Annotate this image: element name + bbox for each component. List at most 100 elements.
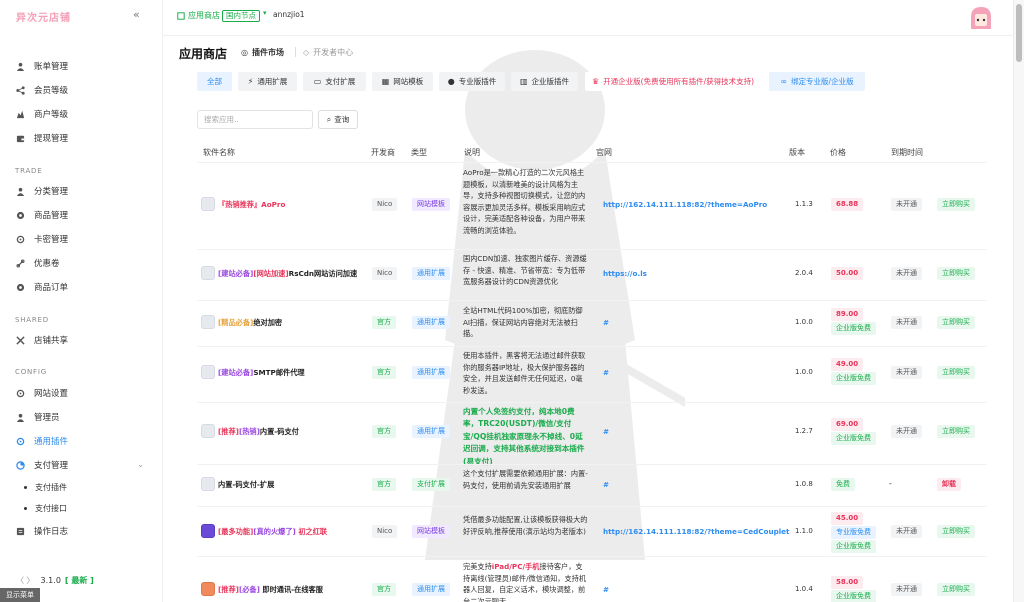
app-name[interactable]: [建站必备]SMTP邮件代理 [218,368,305,378]
sidebar-item-bill[interactable]: 账单管理 [16,57,68,75]
tab-divider [295,47,296,57]
section-trade: TRADE [15,167,43,175]
app-thumbnail-icon [201,524,215,538]
category-enterprise-button[interactable]: ▥ 企业版插件 [511,72,578,91]
app-name[interactable]: [推荐][热销]内置-码支付 [218,427,299,437]
status-badge: 未开通 [891,316,922,329]
status-text: - [889,479,892,488]
template-icon: ▦ [381,77,390,86]
link-icon: ∞ [780,77,788,86]
sidebar-subitem-label: 支付接口 [35,504,67,513]
buy-button[interactable]: 立即购买 [937,525,975,538]
sidebar-item-payment[interactable]: 支付管理 [16,456,68,474]
name-tag: [推荐] [218,427,239,436]
app-store-link[interactable]: 应用商店 [177,10,220,21]
sidebar-item-label: 商户等级 [34,110,69,120]
app-name[interactable]: 『热销推荐』AoPro [218,200,285,210]
category-all-button[interactable]: 全部 [197,72,232,91]
caret-down-icon[interactable]: ▾ [263,9,267,17]
gear-icon [16,437,25,445]
category-payment-button[interactable]: ▭ 支付扩展 [303,72,366,91]
app-description: 凭借最多功能配置,让该模板获得极大的好评反响,推荐使用(演示站均为老版本) [463,515,588,536]
search-input[interactable]: 搜索应用.. [197,110,313,129]
tab-plugin-market[interactable]: ◎ 插件市场 [241,47,284,58]
scrollbar[interactable] [1013,0,1024,602]
category-template-button[interactable]: ▦ 网站模板 [372,72,433,91]
collapse-sidebar-icon[interactable]: « [133,8,140,21]
category-label: 通用扩展 [257,77,288,86]
link-icon [16,258,25,268]
tab-label: 开发者中心 [313,48,354,57]
bullet-icon [24,486,27,489]
scrollbar-thumb[interactable] [1016,4,1022,62]
chevron-down-icon[interactable]: ⌄ [137,460,144,469]
type-badge: 通用扩展 [412,366,450,379]
column-header-type: 类型 [411,148,427,157]
node-select[interactable]: 国内节点 [222,10,260,22]
app-name[interactable]: [精品必备]绝对加密 [218,318,282,328]
open-enterprise-button[interactable]: ♛ 开通企业版(免费使用所有插件/获得技术支持) [585,72,761,91]
free-badge: 企业版免费 [831,372,876,385]
sidebar-item-label: 商品管理 [34,211,69,221]
sidebar-item-goods[interactable]: 商品管理 [16,206,68,224]
uninstall-button[interactable]: 卸载 [937,478,961,491]
app-name[interactable]: [推荐][必备] 即时通讯-在线客服 [218,585,323,595]
site-link[interactable]: # [603,427,609,436]
sidebar-subitem-pay-plugins[interactable]: 支付插件 [24,482,67,493]
sidebar-item-category[interactable]: 分类管理 [16,182,68,200]
buy-button[interactable]: 立即购买 [937,316,975,329]
site-link[interactable]: # [603,368,609,377]
sidebar-item-admin[interactable]: 管理员 [16,408,60,426]
app-thumbnail-icon [201,197,215,211]
buy-button[interactable]: 立即购买 [937,366,975,379]
search-button[interactable]: ⌕ 查询 [318,110,358,129]
sidebar-item-plugins[interactable]: 通用插件 [16,432,68,450]
desc-highlight: iPad/PC/手机 [491,562,540,571]
sidebar-item-withdraw[interactable]: 提现管理 [16,129,68,147]
version-value: 1.0.0 [795,368,813,376]
compass-icon: ◎ [241,48,248,57]
category-general-button[interactable]: ⚡ 通用扩展 [238,72,297,91]
site-link[interactable]: # [603,585,609,594]
sidebar-item-store-share[interactable]: 店铺共享 [16,331,68,349]
free-badge: 企业版免费 [831,590,876,602]
category-pro-button[interactable]: ● 专业版插件 [439,72,505,91]
site-link[interactable]: # [603,318,609,327]
sidebar-item-cardkey[interactable]: 卡密管理 [16,230,68,248]
sidebar-item-coupon[interactable]: 优惠卷 [16,254,60,272]
name-title: 即时通讯-在线客服 [262,585,323,594]
bind-license-button[interactable]: ∞ 绑定专业版/企业版 [769,72,865,91]
sidebar-subitem-pay-api[interactable]: 支付接口 [24,503,67,514]
site-link[interactable]: http://162.14.111.118:82/?theme=AoPro [603,200,767,209]
sidebar-item-label: 店铺共享 [34,336,69,346]
app-name[interactable]: 内置-码支付-扩展 [218,480,274,490]
developer-badge: 官方 [372,425,396,438]
buy-button[interactable]: 立即购买 [937,267,975,280]
developer-badge: Nico [372,198,398,211]
buy-button[interactable]: 立即购买 [937,425,975,438]
sidebar-item-member-level[interactable]: 会员等级 [16,81,68,99]
category-label: 开通企业版(免费使用所有插件/获得技术支持) [603,77,755,86]
search-button-label: 查询 [334,115,350,124]
goods-icon [16,211,25,219]
buy-button[interactable]: 立即购买 [937,198,975,211]
tab-developer-center[interactable]: ◇ 开发者中心 [303,47,353,58]
app-description: 国内CDN加速、独家图片缓存、资源缓存 - 快速、精准、节省带宽：专为低带宽服务… [463,254,587,286]
sidebar-subitem-label: 支付插件 [35,483,67,492]
site-link[interactable]: https://o.ls [603,269,647,278]
app-name[interactable]: [建站必备][网站加速]RsCdn网站访问加速 [218,269,357,279]
developer-badge: 官方 [372,583,396,596]
sidebar-item-orders[interactable]: 商品订单 [16,278,68,296]
sidebar-item-label: 优惠卷 [34,259,60,269]
avatar[interactable] [968,5,994,31]
column-header-version: 版本 [789,148,805,157]
sidebar-item-logs[interactable]: 操作日志 [16,522,68,540]
site-link[interactable]: # [603,480,609,489]
app-name[interactable]: [最多功能][真的火爆了] 初之红联 [218,527,327,537]
sidebar-item-site-settings[interactable]: 网站设置 [16,384,68,402]
site-link[interactable]: http://162.14.111.118:82/?theme=CedCoupl… [603,527,790,536]
sidebar-item-merchant-level[interactable]: 商户等级 [16,105,68,123]
show-menu-button[interactable]: 显示菜单 [0,588,40,602]
status-badge: 未开通 [891,267,922,280]
buy-button[interactable]: 立即购买 [937,583,975,596]
